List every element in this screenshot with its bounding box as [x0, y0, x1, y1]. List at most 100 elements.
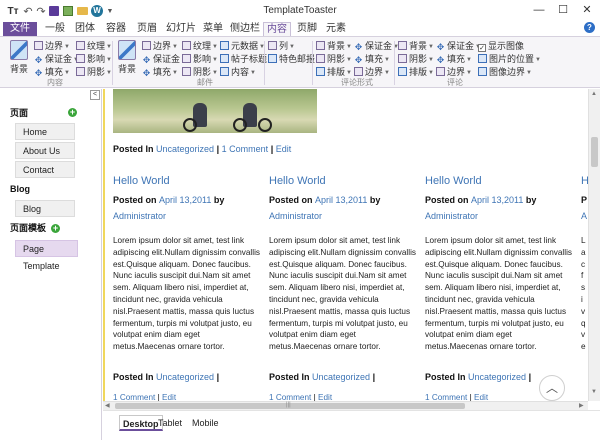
scrollbar-thumb[interactable] — [591, 137, 598, 167]
category-link[interactable]: Uncategorized — [468, 372, 526, 382]
image-position-button[interactable]: 图片的位置▼ — [478, 53, 541, 65]
comment-typography-button[interactable]: 排版▼ — [398, 66, 434, 78]
form-background-button[interactable]: 背景▼ — [316, 40, 352, 52]
post-title[interactable]: Hello World — [425, 174, 575, 188]
comment-link[interactable]: 1 Comment — [222, 144, 269, 154]
post-author-link[interactable]: Administrator — [269, 210, 419, 222]
edit-link[interactable]: Edit — [474, 393, 488, 401]
close-button[interactable]: ✕ — [576, 2, 598, 18]
tab-footer[interactable]: 页脚 — [294, 22, 320, 36]
border-button[interactable]: 边界▼ — [34, 40, 70, 52]
post-title-button[interactable]: 帖子标题▼ — [220, 53, 274, 65]
add-page-icon[interactable]: + — [68, 108, 77, 117]
comment-background-button[interactable]: 背景▼ — [398, 40, 434, 52]
texture-button[interactable]: 纹理▼ — [76, 40, 112, 52]
chevron-up-icon[interactable]: ︿ — [539, 375, 565, 401]
post-effect-button[interactable]: 影响▼ — [182, 53, 218, 65]
help-icon[interactable]: ? — [584, 22, 595, 33]
scroll-left-icon[interactable]: ◀ — [105, 402, 110, 409]
page-item-about-us[interactable]: About Us — [15, 142, 75, 159]
category-link[interactable]: Uncategorized — [312, 372, 370, 382]
tab-mobile[interactable]: Mobile — [189, 415, 222, 431]
tab-file[interactable]: 文件 — [3, 22, 37, 36]
tab-header[interactable]: 页眉 — [134, 22, 160, 36]
post-date-link[interactable]: April 13,2011 — [315, 195, 367, 205]
effect-button[interactable]: 影响▼ — [76, 53, 112, 65]
post-date-link[interactable]: April 13,2011 — [159, 195, 211, 205]
image-border-button[interactable]: 图像边界▼ — [478, 66, 532, 78]
tab-sidebar[interactable]: 侧边栏 — [228, 22, 262, 36]
undo-icon[interactable]: ↶ — [22, 4, 34, 18]
page-item-page-template[interactable]: Page Template — [15, 240, 78, 271]
post-padding-button[interactable]: ✥ 填充▼ — [142, 66, 178, 78]
minimize-button[interactable]: — — [528, 2, 550, 18]
scroll-right-icon[interactable]: ▶ — [579, 402, 584, 409]
comment-shadow-button[interactable]: 阴影▼ — [398, 53, 434, 65]
wordpress-icon[interactable]: W — [90, 4, 104, 18]
post-margin-button[interactable]: ✥保证金▼ — [142, 53, 187, 65]
form-shadow-button[interactable]: 阴影▼ — [316, 53, 352, 65]
page-item-blog[interactable]: Blog — [15, 200, 75, 217]
image-icon[interactable] — [62, 4, 74, 18]
tab-general[interactable]: 一般 — [42, 22, 68, 36]
scroll-up-icon[interactable]: ▲ — [591, 91, 597, 97]
save-icon[interactable] — [48, 4, 60, 18]
category-link[interactable]: Uncategorized — [156, 144, 214, 154]
tab-container[interactable]: 容器 — [103, 22, 129, 36]
scroll-down-icon[interactable]: ▼ — [591, 389, 597, 395]
post-date-link[interactable]: April 13,2011 — [471, 195, 523, 205]
post-title[interactable]: Hello World — [113, 174, 263, 188]
page-item-home[interactable]: Home — [15, 123, 75, 140]
post-background-button[interactable]: 背景 — [116, 40, 138, 78]
post-category-line: Posted In Uncategorized | — [269, 372, 376, 382]
margin-button[interactable]: ✥保证金▼ — [34, 53, 79, 65]
tab-group[interactable]: 团体 — [72, 22, 98, 36]
form-border-button[interactable]: 边界▼ — [354, 66, 390, 78]
tab-menu[interactable]: 菜单 — [200, 22, 226, 36]
collapse-panel-button[interactable]: < — [90, 90, 100, 100]
comment-link[interactable]: 1 Comment — [425, 393, 467, 401]
post-author-link[interactable]: Administrator — [425, 210, 575, 222]
edit-link[interactable]: Edit — [318, 393, 332, 401]
tab-content[interactable]: 内容 — [263, 22, 291, 36]
horizontal-scrollbar[interactable]: ◀ ||| ▶ — [103, 401, 588, 410]
group-label-post: 邮件 — [197, 78, 213, 87]
comment-padding-button[interactable]: ✥ 填充▼ — [436, 53, 472, 65]
comment-border-button[interactable]: 边界▼ — [436, 66, 472, 78]
form-margin-button[interactable]: ✥ 保证金▼ — [354, 40, 399, 52]
post-title[interactable]: Hello World — [269, 174, 419, 188]
show-image-checkbox[interactable]: ✓ 显示图像 — [478, 40, 524, 52]
post-author-link[interactable]: Administrator — [113, 210, 263, 222]
category-link[interactable]: Uncategorized — [156, 372, 214, 382]
comment-margin-button[interactable]: ✥保证金▼ — [436, 40, 481, 52]
folder-icon[interactable] — [76, 4, 88, 18]
form-padding-button[interactable]: ✥ 填充▼ — [354, 53, 390, 65]
post-texture-button[interactable]: 纹理▼ — [182, 40, 218, 52]
vertical-scrollbar[interactable]: ▲ ▼ — [588, 89, 600, 401]
columns-button[interactable]: 列▼ — [268, 40, 295, 52]
shadow-button[interactable]: 阴影▼ — [76, 66, 112, 78]
page-item-contact[interactable]: Contact — [15, 161, 75, 178]
comment-link[interactable]: 1 Comment — [269, 393, 311, 401]
design-canvas[interactable]: Posted In Uncategorized | 1 Comment | Ed… — [103, 89, 588, 401]
quick-access-dropdown-icon[interactable]: ▼ — [106, 4, 114, 18]
padding-button[interactable]: ✥ 填充▼ — [34, 66, 70, 78]
form-typography-button[interactable]: 排版▼ — [316, 66, 352, 78]
comment-link[interactable]: 1 Comment — [113, 393, 155, 401]
tab-tablet[interactable]: Tablet — [155, 415, 185, 431]
metadata-button[interactable]: 元数据▼ — [220, 40, 265, 52]
grip-icon: ||| — [286, 402, 291, 408]
post-content-button[interactable]: 内容▼ — [220, 66, 256, 78]
background-button[interactable]: 背景 — [8, 40, 30, 78]
tab-elements[interactable]: 元素 — [323, 22, 349, 36]
post-shadow-button[interactable]: 阴影▼ — [182, 66, 218, 78]
redo-icon[interactable]: ↷ — [35, 4, 47, 18]
edit-link[interactable]: Edit — [276, 144, 292, 154]
edit-link[interactable]: Edit — [162, 393, 176, 401]
tab-slideshow[interactable]: 幻灯片 — [164, 22, 198, 36]
add-template-icon[interactable]: + — [51, 224, 60, 233]
featured-post-button[interactable]: 特色邮报 — [268, 53, 315, 65]
featured-image[interactable] — [113, 89, 317, 133]
maximize-button[interactable]: ☐ — [552, 2, 574, 18]
post-border-button[interactable]: 边界▼ — [142, 40, 178, 52]
